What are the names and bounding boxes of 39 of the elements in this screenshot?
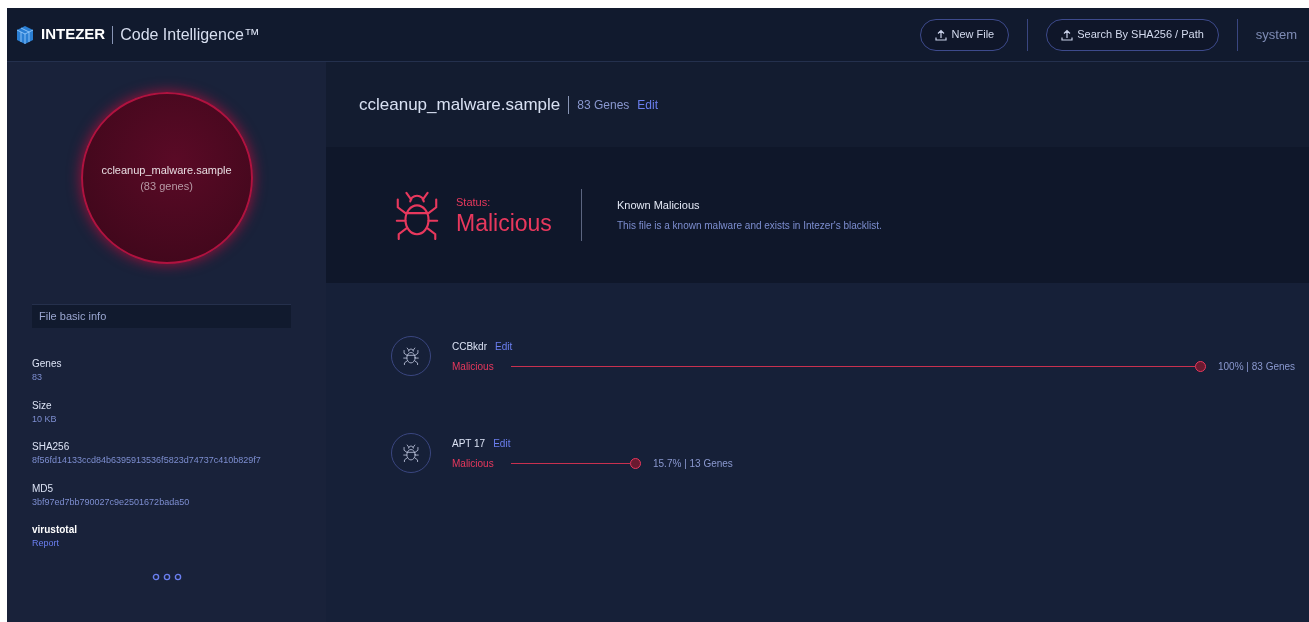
match-reading: 15.7% | 13 Genes [653,456,733,471]
bug-icon [402,347,420,365]
brand-name: INTEZER [41,24,106,45]
circle-title: ccleanup_malware.sample [101,162,232,178]
report-link[interactable]: Report [32,537,301,551]
upload-icon [1061,28,1074,41]
status-title: Known Malicious [617,198,701,214]
upload-button[interactable]: New File [920,18,1010,51]
product-name: Code Intelligence™ [120,24,260,45]
section-header: File basic info [32,304,291,328]
field-label: virustotal [32,523,78,537]
edit-link[interactable]: Edit [493,435,511,451]
field-value: 10 KB [32,412,58,426]
upload-button[interactable]: Search By SHA256 / Path [1046,18,1219,51]
more-icon[interactable] [151,572,182,581]
match-reading: 100% | 83 Genes [1218,359,1296,374]
file-name: ccleanup_malware.sample [359,93,561,116]
family-name: APT 17 [452,436,486,451]
bug-icon [402,444,420,462]
edit-link[interactable]: Edit [495,338,513,354]
status-description: This file is a known malware and exists in Intezer's blacklist. [617,218,882,233]
field-label: Genes [32,357,63,371]
field-label: MD5 [32,481,55,496]
status-label: Status: [456,194,492,210]
field-value: 3bf97ed7bb790027c9e2501672bada50 [32,495,191,509]
status-value: Malicious [456,210,553,237]
verdict-label: Malicious [452,456,495,471]
verdict-label: Malicious [452,359,495,374]
field-label: Size [32,398,53,413]
gene-count: 83 Genes [577,96,630,114]
field-value: 83 [32,371,43,384]
field-value: 8f56fd14133ccd84b6395913536f5823d74737c410b829f7 [32,454,262,467]
circle-subtitle: (83 genes) [140,179,193,194]
field-label: SHA256 [32,440,71,454]
family-name: CCBkdr [452,339,487,354]
cube-logo-icon [15,24,35,45]
upload-icon [935,28,948,41]
user-name[interactable]: system [1255,24,1297,45]
edit-link[interactable]: Edit [637,95,658,114]
